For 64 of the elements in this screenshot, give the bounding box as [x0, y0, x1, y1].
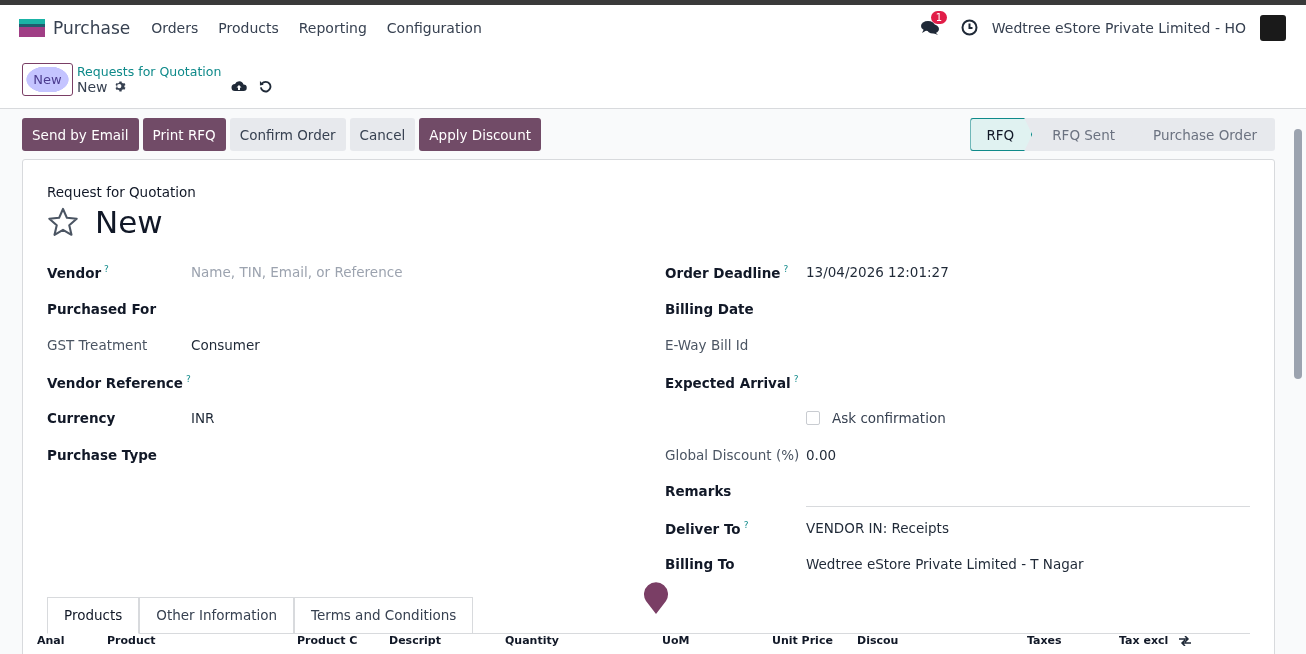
- column-header[interactable]: Unit Price: [772, 634, 857, 648]
- menu-item[interactable]: Products: [208, 19, 289, 36]
- discard-icon[interactable]: [259, 79, 273, 93]
- column-header[interactable]: Taxes: [1027, 634, 1119, 648]
- field-value[interactable]: VENDOR IN: Receipts: [806, 519, 949, 536]
- form-subtitle: Request for Quotation: [47, 184, 197, 200]
- gear-icon[interactable]: [113, 80, 127, 93]
- menu-item[interactable]: Orders: [141, 19, 209, 36]
- action-button[interactable]: Apply Discount: [419, 118, 541, 151]
- column-header[interactable]: Discou: [857, 634, 1027, 648]
- field-label: Purchase Type: [47, 446, 158, 463]
- notification-badge: 1: [930, 10, 948, 24]
- field-label: Purchased For: [47, 300, 158, 317]
- field-label: Order Deadline $^{?}$: [665, 264, 790, 281]
- field-label: Currency: [47, 410, 117, 427]
- field-value[interactable]: Wedtree eStore Private Limited - T Nagar: [806, 556, 1084, 573]
- field-label: Global Discount (%): [665, 446, 801, 463]
- action-button[interactable]: Send by Email: [22, 118, 139, 151]
- notebook-tab[interactable]: Other Information: [139, 596, 295, 634]
- status-stage[interactable]: RFQ: [970, 118, 1033, 151]
- menu-item[interactable]: Configuration: [376, 19, 492, 36]
- action-button[interactable]: Confirm Order: [229, 118, 346, 151]
- column-header[interactable]: Tax excl: [1119, 634, 1179, 648]
- cloud-upload-icon[interactable]: [231, 80, 248, 92]
- column-header[interactable]: Quantity: [505, 634, 662, 648]
- field-value[interactable]: Consumer: [191, 337, 260, 354]
- field-label: Deliver To $^{?}$: [665, 519, 750, 536]
- field-label: E-Way Bill Id: [665, 337, 750, 354]
- breadcrumb-current: New: [77, 78, 108, 95]
- field-label: Vendor Reference $^{?}$: [47, 373, 191, 390]
- clock-icon[interactable]: [960, 19, 978, 36]
- app-logo-icon[interactable]: [19, 18, 45, 37]
- pin-icon: [643, 581, 669, 615]
- column-header[interactable]: Product C: [297, 634, 389, 648]
- checkbox[interactable]: [806, 411, 820, 426]
- field-value[interactable]: INR: [191, 410, 215, 427]
- column-header[interactable]: Anal: [37, 634, 107, 648]
- breadcrumb-link[interactable]: Requests for Quotation: [77, 63, 222, 79]
- new-button[interactable]: New: [22, 62, 73, 96]
- chat-icon[interactable]: [920, 19, 939, 36]
- form-title: New: [95, 204, 163, 240]
- star-icon[interactable]: [47, 207, 79, 237]
- app-name[interactable]: Purchase: [53, 17, 131, 38]
- field-label: Billing Date: [665, 300, 755, 317]
- vendor-input[interactable]: Name, TIN, Email, or Reference: [191, 264, 431, 281]
- column-header[interactable]: Descript: [389, 634, 505, 648]
- field-label: Remarks: [665, 483, 733, 500]
- notebook-tab[interactable]: Products: [47, 596, 140, 634]
- column-settings-icon[interactable]: [1179, 636, 1191, 646]
- field-label: Billing To: [665, 556, 736, 573]
- checkbox-label: Ask confirmation: [832, 410, 946, 427]
- field-label: Vendor $^{?}$: [47, 264, 110, 281]
- notebook-tab[interactable]: Terms and Conditions: [294, 596, 474, 634]
- field-label: Expected Arrival $^{?}$: [665, 373, 800, 390]
- column-header[interactable]: UoM: [662, 634, 772, 648]
- menu-item[interactable]: Reporting: [288, 19, 377, 36]
- field-label: GST Treatment: [47, 337, 149, 354]
- field-value[interactable]: 0.00: [806, 446, 837, 463]
- action-button[interactable]: Print RFQ: [142, 118, 226, 151]
- action-button[interactable]: Cancel: [349, 118, 416, 151]
- company-name[interactable]: Wedtree eStore Private Limited - HO: [991, 19, 1246, 36]
- company-avatar[interactable]: [1260, 14, 1286, 41]
- field-value[interactable]: 13/04/2026 12:01:27: [806, 264, 949, 281]
- column-header[interactable]: Product: [107, 634, 297, 648]
